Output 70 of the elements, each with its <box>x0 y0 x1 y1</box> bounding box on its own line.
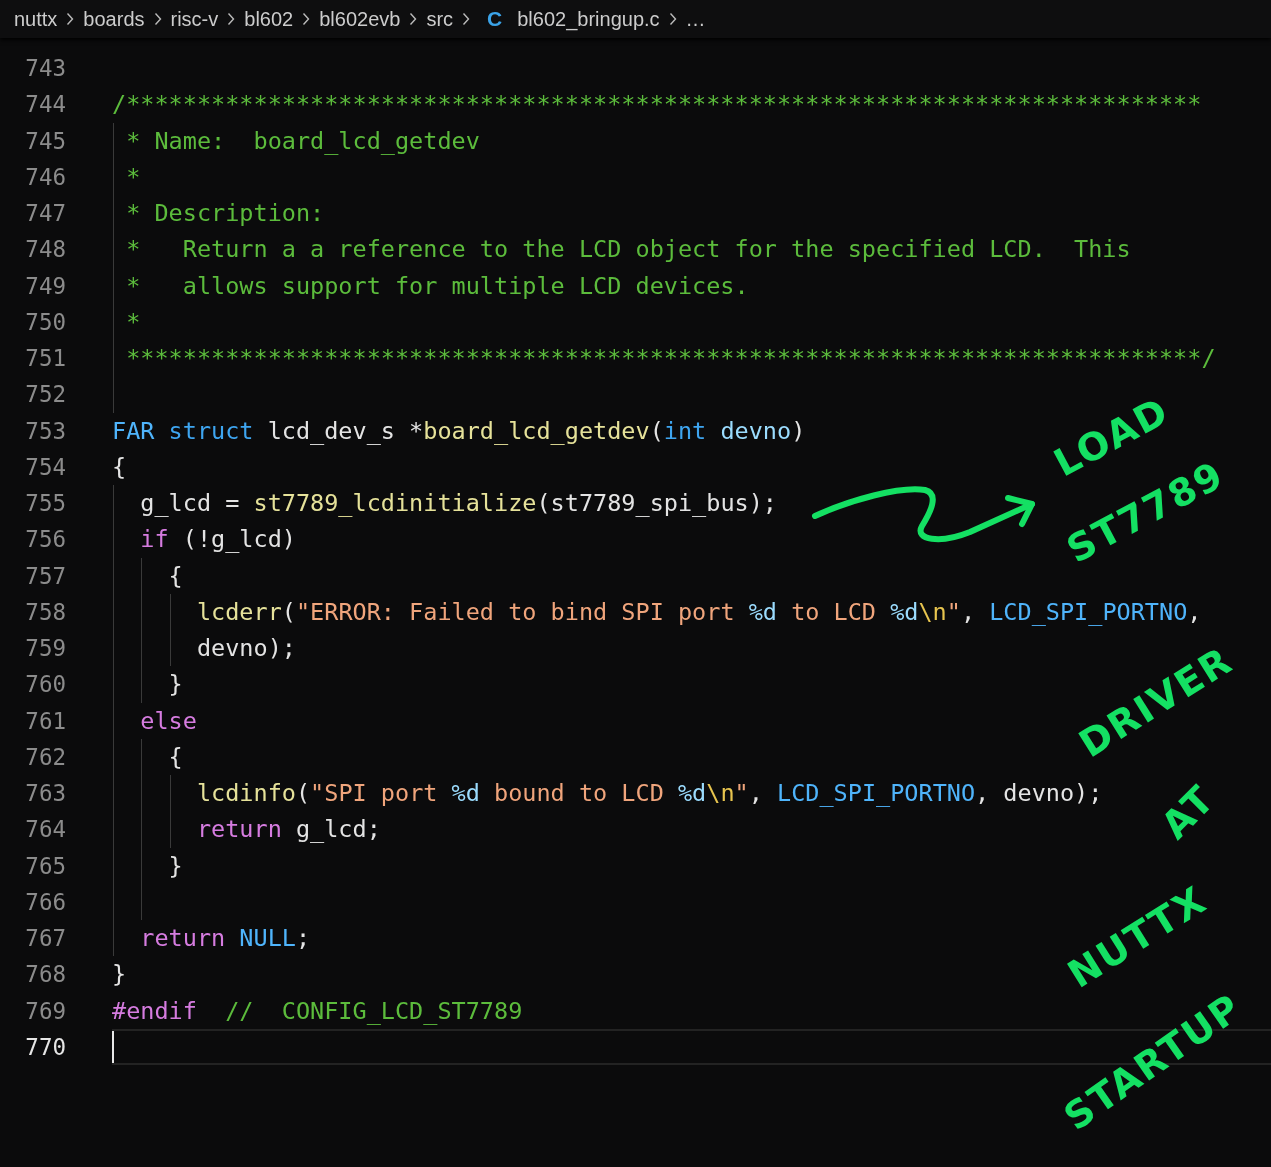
code-line: g_lcd = st7789_lcdinitialize(st7789_spi_bus); <box>139 489 777 518</box>
breadcrumb-item[interactable]: nuttx <box>14 7 58 31</box>
code-line: } <box>167 670 183 699</box>
code-line: } <box>167 851 183 880</box>
line-number: 756 <box>24 526 66 553</box>
breadcrumb-item[interactable]: bl602evb <box>319 7 401 31</box>
code-line: { <box>167 742 183 771</box>
line-number: 759 <box>24 635 66 662</box>
breadcrumb-item[interactable]: boards <box>83 7 145 31</box>
line-number: 769 <box>24 997 66 1024</box>
code-line: return NULL; <box>139 924 311 953</box>
line-number: 745 <box>24 127 66 154</box>
chevron-right-icon <box>668 12 677 26</box>
code-line: } <box>112 960 127 989</box>
chevron-right-icon <box>462 12 471 26</box>
line-number: 751 <box>24 345 66 372</box>
line-number: 765 <box>24 852 66 879</box>
line-number: 748 <box>24 236 66 263</box>
line-number: 762 <box>24 743 66 770</box>
chevron-right-icon <box>66 12 75 26</box>
code-line: devno); <box>195 634 296 663</box>
line-number: 768 <box>24 961 66 988</box>
line-number: 749 <box>24 272 66 299</box>
code-line: ****************************************************************************/ <box>125 344 1216 373</box>
breadcrumb-item[interactable]: src <box>426 7 454 31</box>
line-number: 747 <box>24 200 66 227</box>
chevron-right-icon <box>227 12 236 26</box>
line-number: 755 <box>24 490 66 517</box>
line-number: 746 <box>24 163 66 190</box>
line-number: 757 <box>24 562 66 589</box>
code-line: * Name: board_lcd_getdev <box>125 126 480 155</box>
code-line: FAR struct lcd_dev_s *board_lcd_getdev(int devno) <box>112 416 806 445</box>
code-line: lcderr("ERROR: Failed to bind SPI port %d to LCD %d\n", LCD_SPI_PORTNO, <box>195 597 1202 626</box>
code-line: #endif // CONFIG_LCD_ST7789 <box>112 996 523 1025</box>
code-line: if (!g_lcd) <box>139 525 296 554</box>
code-line: * Description: <box>125 199 325 228</box>
more-crumb[interactable]: … <box>685 7 706 31</box>
text-cursor <box>112 1030 114 1063</box>
chevron-right-icon <box>302 12 311 26</box>
breadcrumb-item[interactable]: risc-v <box>170 7 219 31</box>
line-number: 750 <box>24 308 66 335</box>
c-file-icon: C <box>487 7 503 31</box>
line-number: 744 <box>24 91 66 118</box>
line-number: 767 <box>24 925 66 952</box>
line-number: 743 <box>24 55 66 82</box>
code-line: { <box>112 452 127 481</box>
line-number: 760 <box>24 671 66 698</box>
handwritten-note: AT <box>1152 776 1224 848</box>
code-line: * allows support for multiple LCD devices. <box>125 271 749 300</box>
line-number: 753 <box>24 417 66 444</box>
line-number: 754 <box>24 453 66 480</box>
line-number: 763 <box>24 780 66 807</box>
line-number: 770 <box>24 1033 66 1060</box>
line-number: 764 <box>24 816 66 843</box>
chevron-right-icon <box>153 12 162 26</box>
code-line: * Return a a reference to the LCD object for the specified LCD. This <box>125 235 1131 264</box>
line-number: 766 <box>24 888 66 915</box>
line-number: 761 <box>24 707 66 734</box>
line-number: 752 <box>24 381 66 408</box>
code-line: * <box>125 307 141 336</box>
code-line: lcdinfo("SPI port %d bound to LCD %d\n", LCD_SPI_PORTNO, devno); <box>195 779 1103 808</box>
code-line: { <box>167 561 183 590</box>
breadcrumb-item[interactable]: bl602 <box>244 7 294 31</box>
code-line: /**************************************************************************** <box>112 90 1202 119</box>
breadcrumb-item[interactable]: bl602_bringup.c <box>517 7 660 31</box>
code-line: * <box>125 162 141 191</box>
line-number: 758 <box>24 598 66 625</box>
chevron-right-icon <box>409 12 418 26</box>
code-line: else <box>139 706 197 735</box>
code-line: return g_lcd; <box>195 815 381 844</box>
